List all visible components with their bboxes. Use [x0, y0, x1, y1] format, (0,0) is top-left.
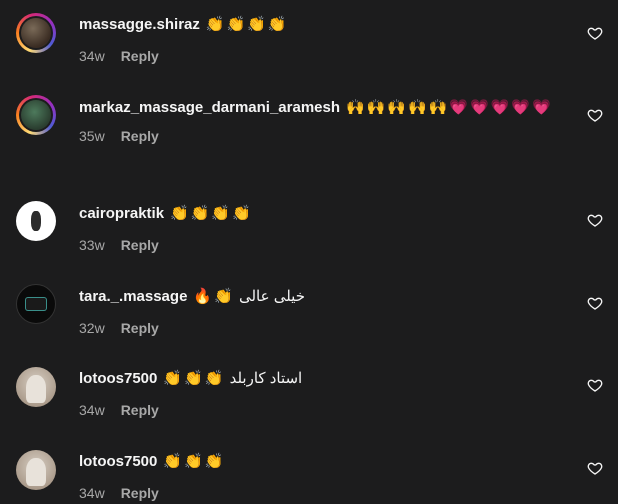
comment-timestamp[interactable]: 34w	[79, 402, 105, 418]
comment-timestamp[interactable]: 33w	[79, 237, 105, 253]
comment-timestamp[interactable]: 35w	[79, 128, 105, 144]
avatar[interactable]	[16, 367, 56, 407]
comment-timestamp[interactable]: 32w	[79, 320, 105, 336]
comment-emojis: 👏👏👏👏	[205, 16, 289, 33]
heart-outline-icon[interactable]	[587, 460, 603, 476]
avatar[interactable]	[16, 201, 56, 241]
comment-timestamp[interactable]: 34w	[79, 48, 105, 64]
reply-button[interactable]: Reply	[121, 237, 159, 253]
comment-username[interactable]: lotoos7500	[79, 370, 157, 387]
reply-button[interactable]: Reply	[121, 128, 159, 144]
comment-username[interactable]: massagge.shiraz	[79, 16, 200, 33]
comment-text: استاد کاربلد	[229, 370, 303, 387]
avatar[interactable]	[16, 95, 56, 135]
comment-username[interactable]: cairopraktik	[79, 205, 164, 222]
avatar[interactable]	[16, 13, 56, 53]
comment-emojis: 🙌🙌🙌🙌🙌💗💗💗💗💗	[346, 99, 553, 116]
avatar[interactable]	[16, 450, 56, 490]
heart-outline-icon[interactable]	[587, 377, 603, 393]
comment-emojis: 👏👏👏	[163, 370, 226, 387]
comment-username[interactable]: markaz_massage_darmani_aramesh	[79, 99, 340, 116]
comment-username[interactable]: lotoos7500	[79, 453, 157, 470]
comment-emojis: 🔥👏	[193, 288, 235, 305]
comment-emojis: 👏👏👏	[163, 453, 226, 470]
comment-text: خیلی عالی	[238, 288, 305, 305]
comment-timestamp[interactable]: 34w	[79, 485, 105, 501]
reply-button[interactable]: Reply	[121, 485, 159, 501]
heart-outline-icon[interactable]	[587, 25, 603, 41]
comment-list: massagge.shiraz 👏👏👏👏 34w Reply markaz_mass…	[0, 0, 618, 504]
reply-button[interactable]: Reply	[121, 320, 159, 336]
reply-button[interactable]: Reply	[121, 48, 159, 64]
reply-button[interactable]: Reply	[121, 402, 159, 418]
comment-emojis: 👏👏👏👏	[170, 205, 253, 222]
heart-outline-icon[interactable]	[587, 212, 603, 228]
heart-outline-icon[interactable]	[587, 107, 603, 123]
comment-username[interactable]: tara._.massage	[79, 288, 187, 305]
heart-outline-icon[interactable]	[587, 295, 603, 311]
avatar[interactable]	[16, 284, 56, 324]
